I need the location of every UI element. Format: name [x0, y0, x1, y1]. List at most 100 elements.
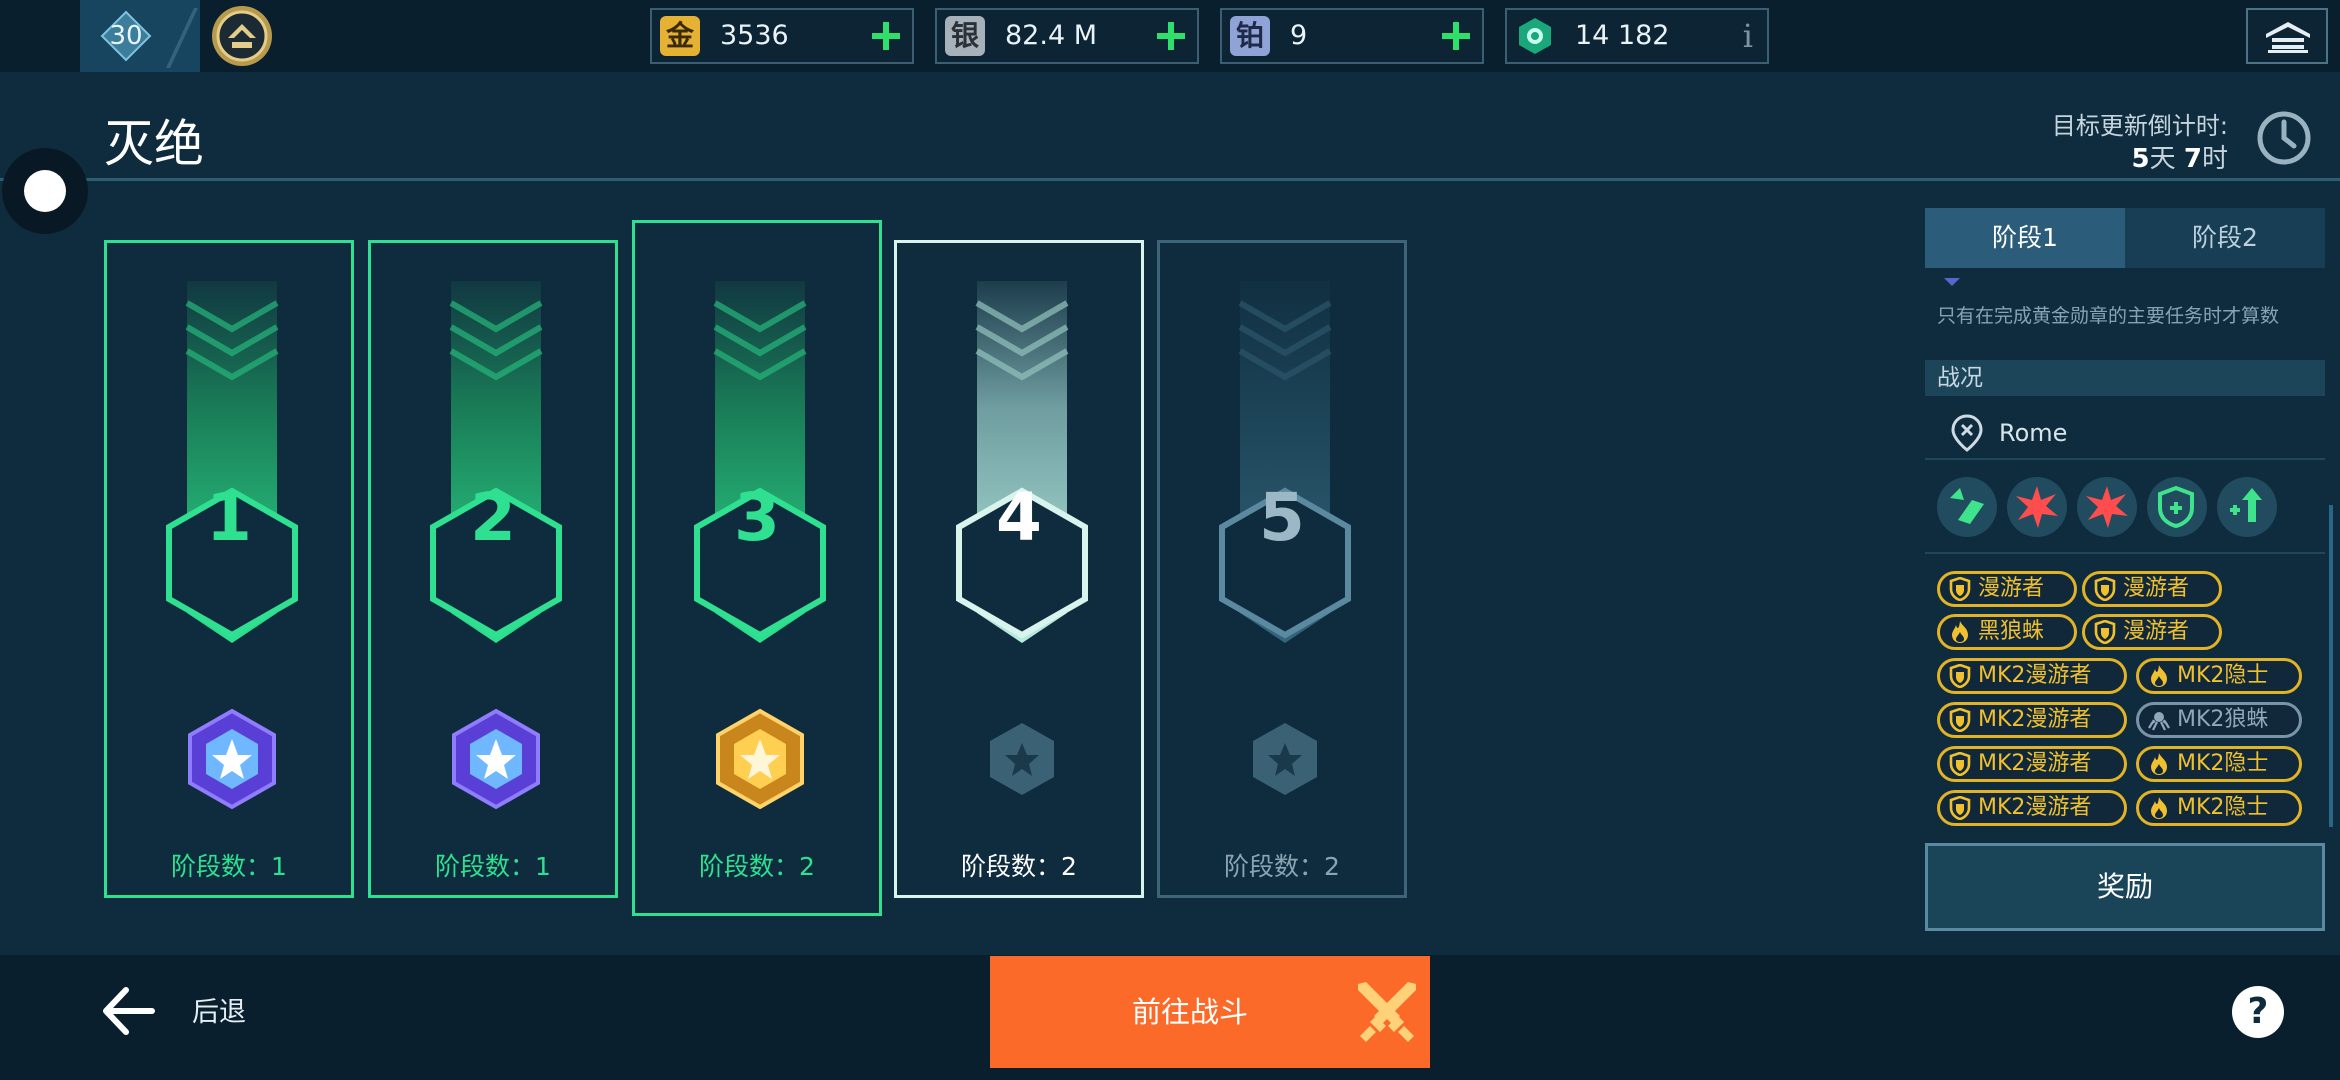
shield-icon [2094, 620, 2116, 644]
shield-icon [1949, 752, 1971, 776]
reward-button[interactable]: 奖励 [1925, 843, 2325, 931]
purple-medal-icon [188, 708, 276, 810]
stage-ribbon-art [166, 281, 298, 810]
enemy-tag[interactable]: MK2漫游者 [1937, 658, 2127, 694]
shield-icon [1949, 796, 1971, 820]
platinum-value: 9 [1290, 20, 1308, 51]
stage-ribbon-art [430, 281, 562, 810]
stage-ribbon-art [694, 281, 826, 810]
enemy-tag[interactable]: MK2隐士 [2136, 790, 2302, 826]
green-shield-buff-icon[interactable] [2146, 476, 2208, 538]
tab-stage-2[interactable]: 阶段2 [2125, 208, 2325, 268]
silver-icon: 银 [945, 16, 985, 56]
stage-number: 1 [206, 479, 252, 556]
rank-emblem-icon[interactable] [210, 4, 274, 68]
location-name: Rome [1999, 419, 2068, 447]
gold-icon: 金 [660, 16, 700, 56]
top-bar: 30 金 3536 银 82.4 M 铂 9 14 182 i [0, 0, 2340, 72]
stage-number: 4 [996, 479, 1042, 556]
gold-resource: 金 3536 [650, 8, 914, 64]
add-gold-plus-icon[interactable] [866, 16, 906, 56]
timer-label: 目标更新倒计时: [2051, 112, 2228, 140]
enemy-tag[interactable]: 黑狼蛛 [1937, 614, 2077, 650]
enemy-tag[interactable]: MK2隐士 [2136, 658, 2302, 694]
panel-scrollbar[interactable] [2329, 505, 2333, 827]
info-icon[interactable]: i [1743, 10, 1753, 62]
enemy-tag[interactable]: MK2漫游者 [1937, 746, 2127, 782]
stage-card-4[interactable]: 4 阶段数：2 [894, 240, 1144, 898]
enemy-tag[interactable]: 漫游者 [1937, 571, 2077, 607]
stage-card-5[interactable]: 5 阶段数：2 [1157, 240, 1407, 898]
location-row: Rome [1925, 408, 2325, 460]
enemy-tag[interactable]: 漫游者 [2082, 571, 2222, 607]
player-level: 30 [109, 21, 143, 51]
stage-count-label: 阶段数：2 [961, 852, 1077, 881]
section-header: 战况 [1925, 360, 2325, 396]
spider-icon [2148, 712, 2170, 731]
stage-number: 3 [734, 479, 780, 556]
stage-card-3[interactable]: 3 阶段数：2 [632, 220, 882, 916]
enemy-name: 漫游者 [2123, 576, 2190, 601]
enemy-name: 黑狼蛛 [1978, 619, 2045, 644]
tab-stage-1[interactable]: 阶段1 [1925, 208, 2125, 268]
stage-ribbon-art [956, 281, 1088, 795]
add-silver-plus-icon[interactable] [1151, 16, 1191, 56]
floating-assist-button[interactable] [2, 148, 88, 234]
stage-count-label: 阶段数：2 [1224, 852, 1340, 881]
stage-card-2[interactable]: 2 阶段数：1 [368, 240, 618, 898]
gold-value: 3536 [720, 20, 789, 51]
panel-divider [1925, 552, 2325, 554]
stage-number: 5 [1259, 479, 1305, 556]
red-damage-debuff-icon[interactable] [2006, 476, 2068, 538]
shield-icon [1949, 577, 1971, 601]
page-title: 灭绝 [104, 115, 204, 173]
shield-icon [1949, 664, 1971, 688]
enemy-tag[interactable]: MK2漫游者 [1937, 790, 2127, 826]
enemy-name: MK2隐士 [2177, 663, 2269, 688]
location-pin-icon [1951, 414, 1983, 452]
timer-value: 5天 7时 [2131, 144, 2228, 174]
green-boost-buff-icon[interactable] [2216, 476, 2278, 538]
crossed-swords-icon [1358, 982, 1416, 1042]
add-platinum-plus-icon[interactable] [1436, 16, 1476, 56]
stage-count-label: 阶段数：1 [171, 852, 287, 881]
gold-medal-icon [716, 708, 804, 810]
shield-icon [1949, 708, 1971, 732]
back-arrow-icon[interactable] [100, 986, 156, 1036]
stage-count-label: 阶段数：1 [435, 852, 551, 881]
clock-icon [2257, 111, 2311, 165]
enemy-name: MK2漫游者 [1978, 663, 2092, 688]
back-button[interactable]: 后退 [192, 990, 246, 1029]
shield-icon [2094, 577, 2116, 601]
enemy-name: MK2漫游者 [1978, 795, 2092, 820]
silver-value: 82.4 M [1005, 20, 1097, 51]
locked-medal-icon [1253, 723, 1317, 795]
enemy-name: MK2漫游者 [1978, 707, 2092, 732]
enemy-tag[interactable]: 漫游者 [2082, 614, 2222, 650]
enemy-tag[interactable]: MK2隐士 [2136, 746, 2302, 782]
enemy-name: MK2狼蛛 [2177, 707, 2269, 732]
hangar-button[interactable] [2246, 8, 2328, 64]
red-explosion-debuff-icon[interactable] [2076, 476, 2138, 538]
medal-condition-note: 只有在完成黄金勋章的主要任务时才算数 [1937, 305, 2280, 327]
key-icon [1519, 18, 1551, 54]
enemy-tag[interactable]: MK2狼蛛 [2136, 702, 2302, 738]
enemy-tag[interactable]: MK2漫游者 [1937, 702, 2127, 738]
locked-medal-icon [990, 723, 1054, 795]
flame-icon [2151, 797, 2167, 819]
green-arrow-buff-icon[interactable] [1936, 476, 1998, 538]
enemy-name: MK2漫游者 [1978, 751, 2092, 776]
stage-number: 2 [470, 479, 516, 556]
key-resource: 14 182 i [1505, 8, 1769, 64]
hangar-icon [2266, 22, 2310, 53]
help-button[interactable]: ? [2232, 986, 2284, 1038]
stage-card-1[interactable]: 1 阶段数：1 [104, 240, 354, 898]
platinum-resource: 铂 9 [1220, 8, 1484, 64]
enemy-name: 漫游者 [1978, 576, 2045, 601]
stage-ribbon-art [1219, 281, 1351, 795]
stage-tabs: 阶段1 阶段2 [1925, 208, 2325, 268]
key-value: 14 182 [1575, 20, 1670, 51]
section-title: 战况 [1937, 365, 1983, 391]
flame-icon [1952, 621, 1968, 643]
enemy-name: 漫游者 [2123, 619, 2190, 644]
